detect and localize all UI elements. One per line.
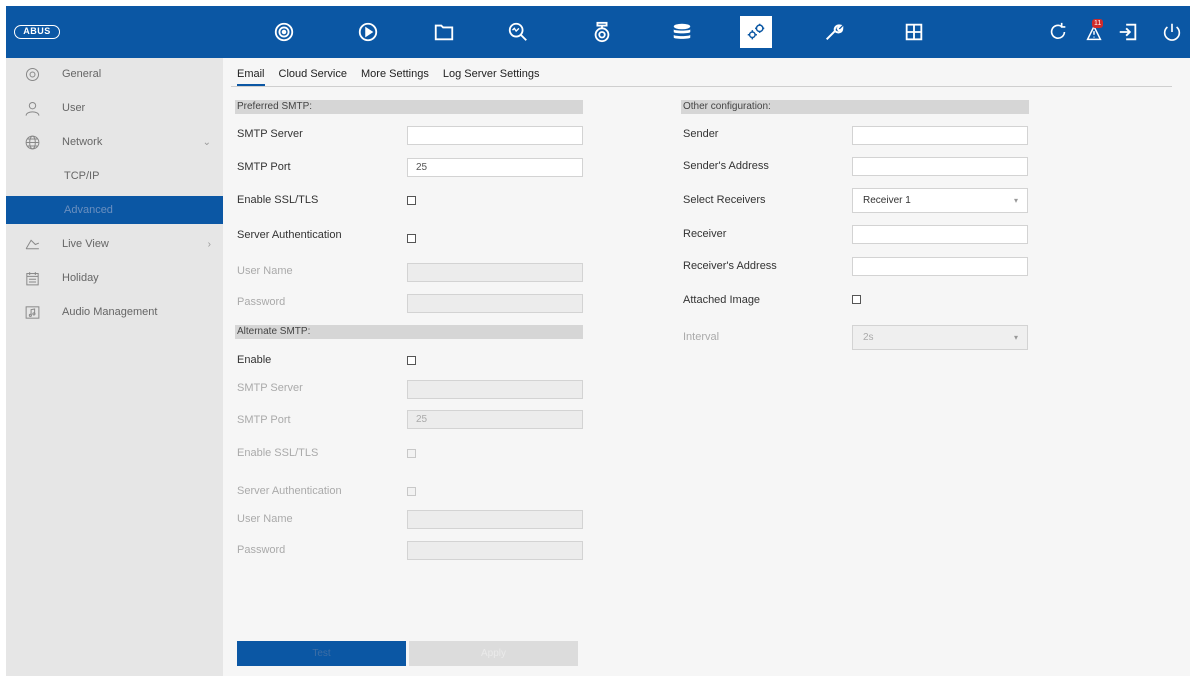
camera-icon[interactable] bbox=[586, 16, 618, 48]
sidebar-item-holiday[interactable]: Holiday bbox=[6, 264, 223, 292]
top-bar: ABUS 11 bbox=[6, 6, 1190, 58]
sidebar-item-audio-management[interactable]: Audio Management bbox=[6, 298, 223, 326]
refresh-icon[interactable] bbox=[1042, 16, 1074, 48]
receiver-address-label: Receiver's Address bbox=[683, 260, 777, 272]
smtp-server-label: SMTP Server bbox=[237, 128, 303, 140]
select-receivers-value: Receiver 1 bbox=[863, 195, 911, 206]
alt-server-auth-label: Server Authentication bbox=[237, 485, 342, 497]
alt-smtp-port-field[interactable]: 25 bbox=[407, 410, 583, 429]
sidebar-item-general[interactable]: General bbox=[6, 60, 223, 88]
alt-username-field[interactable] bbox=[407, 510, 583, 529]
attached-image-checkbox[interactable] bbox=[852, 295, 861, 304]
alarm-icon[interactable]: 11 bbox=[1078, 16, 1110, 48]
enable-ssl-checkbox[interactable] bbox=[407, 196, 416, 205]
grid-view-icon[interactable] bbox=[898, 16, 930, 48]
tab-cloud-service[interactable]: Cloud Service bbox=[279, 68, 347, 86]
preferred-smtp-header: Preferred SMTP: bbox=[235, 100, 583, 114]
globe-icon bbox=[23, 133, 41, 151]
sender-address-label: Sender's Address bbox=[683, 160, 769, 172]
chevron-down-icon: ▾ bbox=[1013, 333, 1018, 342]
smtp-server-field[interactable] bbox=[407, 126, 583, 145]
sender-field[interactable] bbox=[852, 126, 1028, 145]
interval-label: Interval bbox=[683, 331, 720, 343]
enable-ssl-label: Enable SSL/TLS bbox=[237, 194, 319, 206]
sidebar-item-advanced[interactable]: Advanced bbox=[6, 196, 223, 224]
select-receivers-label: Select Receivers bbox=[683, 194, 766, 206]
tab-log-server-settings[interactable]: Log Server Settings bbox=[443, 68, 540, 86]
tab-divider bbox=[231, 86, 1172, 87]
sidebar-item-label: Holiday bbox=[62, 272, 99, 284]
sidebar-item-label: Advanced bbox=[64, 204, 113, 216]
alt-password-label: Password bbox=[237, 544, 286, 556]
user-icon bbox=[23, 99, 41, 117]
apply-button[interactable]: Apply bbox=[409, 641, 578, 666]
interval-dropdown[interactable]: 2s ▾ bbox=[852, 325, 1028, 350]
logout-icon[interactable] bbox=[1112, 16, 1144, 48]
abus-logo: ABUS bbox=[14, 25, 60, 39]
receiver-label: Receiver bbox=[683, 228, 727, 240]
alarm-badge: 11 bbox=[1092, 19, 1104, 28]
alt-smtp-server-label: SMTP Server bbox=[237, 382, 303, 394]
sender-address-field[interactable] bbox=[852, 157, 1028, 176]
sidebar-item-user[interactable]: User bbox=[6, 94, 223, 122]
tab-email[interactable]: Email bbox=[237, 68, 265, 86]
gear-icon bbox=[23, 65, 41, 83]
live-view-icon bbox=[23, 235, 41, 253]
sidebar-item-live-view[interactable]: Live View › bbox=[6, 230, 223, 258]
camera-ring-icon[interactable] bbox=[268, 16, 300, 48]
storage-icon[interactable] bbox=[666, 16, 698, 48]
sidebar-item-label: Network bbox=[62, 136, 103, 148]
alt-enable-ssl-label: Enable SSL/TLS bbox=[237, 447, 319, 459]
alternate-smtp-header: Alternate SMTP: bbox=[235, 325, 583, 339]
other-config-header: Other configuration: bbox=[681, 100, 1029, 114]
password-field[interactable] bbox=[407, 294, 583, 313]
tab-bar: Email Cloud Service More Settings Log Se… bbox=[237, 68, 540, 86]
username-field[interactable] bbox=[407, 263, 583, 282]
audio-icon bbox=[23, 303, 41, 321]
sidebar-item-network[interactable]: Network ⌄ bbox=[6, 128, 223, 156]
test-button[interactable]: Test bbox=[237, 641, 406, 666]
alt-password-field[interactable] bbox=[407, 541, 583, 560]
alt-enable-ssl-checkbox[interactable] bbox=[407, 449, 416, 458]
folder-icon[interactable] bbox=[428, 16, 460, 48]
search-icon[interactable] bbox=[502, 16, 534, 48]
calendar-icon bbox=[23, 269, 41, 287]
main-content: Email Cloud Service More Settings Log Se… bbox=[223, 58, 1190, 676]
sender-label: Sender bbox=[683, 128, 719, 140]
alt-smtp-port-label: SMTP Port bbox=[237, 414, 291, 426]
alt-username-label: User Name bbox=[237, 513, 293, 525]
receiver-field[interactable] bbox=[852, 225, 1028, 244]
sidebar-item-label: User bbox=[62, 102, 86, 114]
password-label: Password bbox=[237, 296, 286, 308]
server-auth-checkbox[interactable] bbox=[407, 234, 416, 243]
sidebar-item-tcpip[interactable]: TCP/IP bbox=[6, 162, 223, 190]
receiver-address-field[interactable] bbox=[852, 257, 1028, 276]
attached-image-label: Attached Image bbox=[683, 294, 761, 306]
chevron-down-icon: ▾ bbox=[1013, 196, 1018, 205]
playback-icon[interactable] bbox=[352, 16, 384, 48]
sidebar-item-label: Audio Management bbox=[62, 306, 158, 318]
config-gears-icon[interactable] bbox=[740, 16, 772, 48]
alt-enable-checkbox[interactable] bbox=[407, 356, 416, 365]
maintenance-wrench-icon[interactable] bbox=[818, 16, 850, 48]
username-label: User Name bbox=[237, 265, 293, 277]
alt-enable-label: Enable bbox=[237, 354, 272, 366]
sidebar: General User Network ⌄ TCP/IP Advanced L… bbox=[6, 58, 223, 676]
sidebar-item-label: General bbox=[62, 68, 102, 80]
power-icon[interactable] bbox=[1156, 16, 1188, 48]
alt-smtp-server-field[interactable] bbox=[407, 380, 583, 399]
select-receivers-dropdown[interactable]: Receiver 1 ▾ bbox=[852, 188, 1028, 213]
alt-server-auth-checkbox[interactable] bbox=[407, 487, 416, 496]
sidebar-item-label: Live View bbox=[62, 238, 109, 250]
tab-more-settings[interactable]: More Settings bbox=[361, 68, 429, 86]
smtp-port-label: SMTP Port bbox=[237, 161, 291, 173]
server-auth-label: Server Authentication bbox=[237, 229, 342, 241]
chevron-down-icon: ⌄ bbox=[202, 136, 211, 148]
chevron-right-icon: › bbox=[207, 238, 211, 250]
smtp-port-field[interactable]: 25 bbox=[407, 158, 583, 177]
sidebar-item-label: TCP/IP bbox=[64, 170, 100, 182]
interval-value: 2s bbox=[863, 332, 874, 343]
